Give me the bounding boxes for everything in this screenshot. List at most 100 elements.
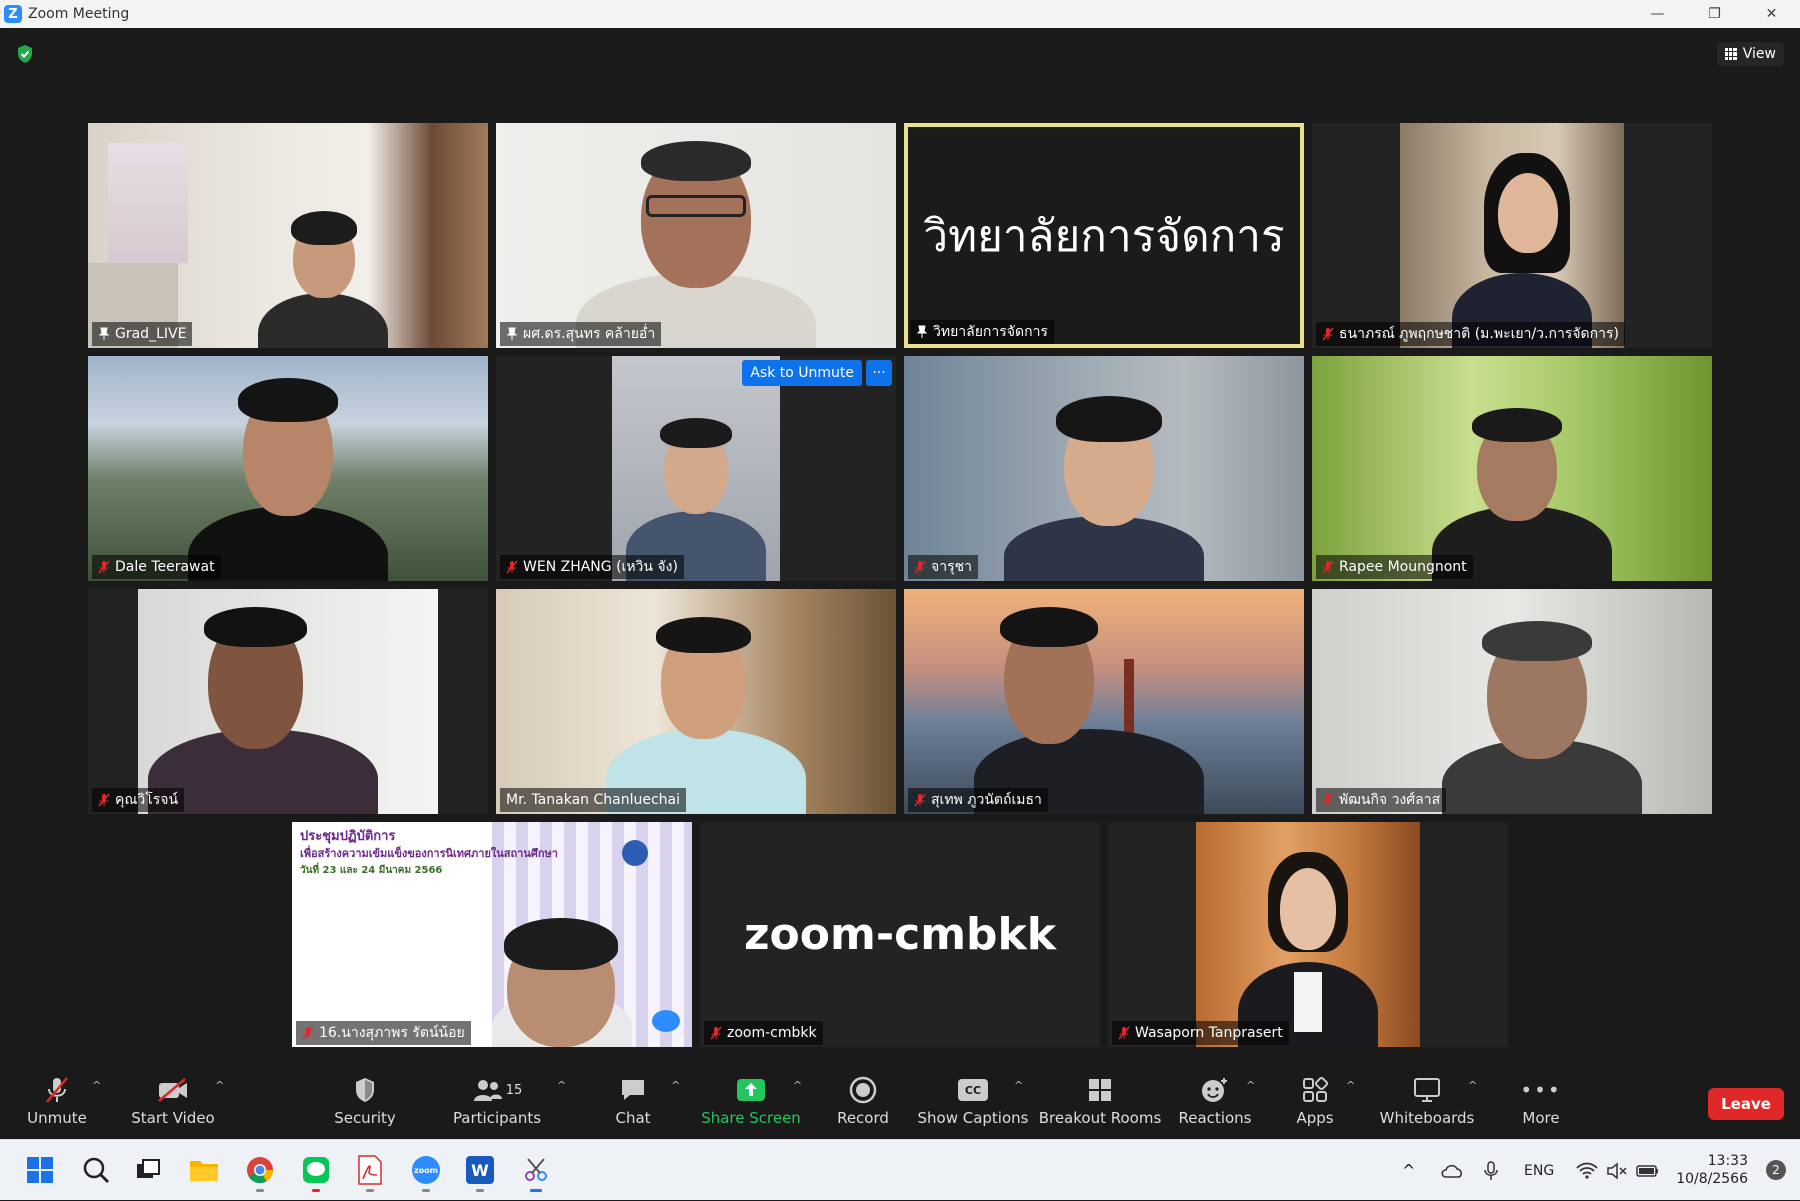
- pin-icon: [98, 327, 110, 340]
- task-view-icon[interactable]: [132, 1154, 164, 1186]
- participant-tile[interactable]: สุเทพ ภูวนัตถ์เมธา: [904, 589, 1304, 814]
- participant-tile[interactable]: Mr. Tanakan Chanluechai: [496, 589, 896, 814]
- show-hidden-icons-button[interactable]: ^: [1402, 1140, 1415, 1201]
- chat-options-caret-icon[interactable]: ^: [671, 1079, 680, 1092]
- security-button[interactable]: Security: [310, 1075, 420, 1135]
- file-explorer-icon[interactable]: [188, 1154, 220, 1186]
- chrome-icon[interactable]: [244, 1154, 276, 1192]
- emblem-icon: [622, 840, 648, 866]
- participants-button[interactable]: 15 Participants: [442, 1075, 552, 1135]
- whiteboard-icon: [1414, 1078, 1440, 1102]
- slide-title: ประชุมปฏิบัติการ: [300, 829, 396, 844]
- view-label: View: [1742, 46, 1776, 62]
- microphone-tray-icon[interactable]: [1484, 1140, 1498, 1201]
- ask-to-unmute-button[interactable]: Ask to Unmute: [742, 360, 862, 386]
- breakout-rooms-button[interactable]: Breakout Rooms: [1036, 1075, 1164, 1135]
- participant-tile[interactable]: คุณวิโรจน์: [88, 589, 488, 814]
- reactions-options-caret-icon[interactable]: ^: [1246, 1079, 1255, 1092]
- video-camera-icon: [652, 1010, 680, 1032]
- zoom-logo-icon: Z: [4, 5, 22, 23]
- speaker-muted-icon[interactable]: [1606, 1140, 1628, 1201]
- participants-options-caret-icon[interactable]: ^: [557, 1079, 566, 1092]
- participant-tile[interactable]: zoom-cmbkk zoom-cmbkk: [700, 822, 1100, 1047]
- pin-icon: [506, 327, 518, 340]
- video-camera-off-icon: [158, 1078, 187, 1102]
- onedrive-cloud-icon[interactable]: [1440, 1140, 1464, 1201]
- clock-date: 10/8/2566: [1676, 1171, 1748, 1187]
- show-captions-button[interactable]: CC Show Captions: [917, 1075, 1029, 1135]
- close-button[interactable]: ✕: [1743, 0, 1800, 28]
- encryption-shield-icon[interactable]: [16, 44, 34, 64]
- participant-tile[interactable]: Grad_LIVE: [88, 123, 488, 348]
- search-icon[interactable]: [80, 1154, 112, 1186]
- participants-count-badge: 15: [505, 1082, 523, 1098]
- participant-tile[interactable]: จารุชา: [904, 356, 1304, 581]
- apps-options-caret-icon[interactable]: ^: [1346, 1079, 1355, 1092]
- security-shield-icon: [356, 1078, 374, 1102]
- participant-name-label: ธนาภรณ์ ภูพฤกษชาติ (ม.พะเยา/ว.การจัดการ): [1316, 322, 1625, 346]
- snipping-tool-icon[interactable]: [520, 1154, 552, 1192]
- record-icon: [849, 1076, 877, 1104]
- mic-off-icon: [914, 793, 926, 807]
- microphone-muted-icon: [46, 1077, 68, 1103]
- breakout-rooms-icon: [1089, 1079, 1111, 1101]
- minimize-button[interactable]: —: [1629, 0, 1686, 28]
- zoom-app-text: zoom: [412, 1156, 440, 1184]
- video-options-caret-icon[interactable]: ^: [215, 1079, 224, 1092]
- notification-count-badge[interactable]: 2: [1766, 1160, 1786, 1180]
- mic-off-icon: [1322, 560, 1334, 574]
- windows-start-icon[interactable]: [24, 1154, 56, 1186]
- mic-off-icon: [98, 793, 110, 807]
- apps-icon: [1303, 1077, 1328, 1102]
- participant-tile[interactable]: Ask to Unmute ··· WEN ZHANG (เหวิน จัง): [496, 356, 896, 581]
- share-options-caret-icon[interactable]: ^: [793, 1079, 802, 1092]
- participant-tile-active-speaker[interactable]: วิทยาลัยการจัดการ วิทยาลัยการจัดการ: [904, 123, 1304, 348]
- mic-off-icon: [506, 560, 518, 574]
- word-app-icon[interactable]: W: [464, 1154, 496, 1192]
- start-video-button[interactable]: Start Video: [118, 1075, 228, 1135]
- participant-name-label: พัฒนกิจ วงศ์ลาส: [1316, 788, 1447, 812]
- taskbar-clock[interactable]: 13:33 10/8/2566: [1676, 1152, 1748, 1188]
- battery-icon[interactable]: [1636, 1140, 1660, 1201]
- participants-icon: [473, 1080, 502, 1101]
- captions-options-caret-icon[interactable]: ^: [1014, 1079, 1023, 1092]
- clock-time: 13:33: [1707, 1153, 1748, 1169]
- participant-name-label: ผศ.ดร.สุนทร คล้ายอ่ำ: [500, 322, 662, 346]
- wifi-icon[interactable]: [1576, 1140, 1598, 1201]
- restore-button[interactable]: ❐: [1686, 0, 1743, 28]
- participant-display-name-text: zoom-cmbkk: [743, 909, 1057, 960]
- language-indicator[interactable]: ENG: [1524, 1140, 1554, 1201]
- meeting-area: View Grad_LIVE ผศ.ดร.สุนทร คล้ายอ่ำ วิทย…: [0, 28, 1800, 1139]
- record-button[interactable]: Record: [808, 1075, 918, 1135]
- participant-name-label: zoom-cmbkk: [704, 1021, 823, 1045]
- window-controls: — ❐ ✕: [1629, 0, 1800, 28]
- participant-tile[interactable]: Wasaporn Tanprasert: [1108, 822, 1508, 1047]
- chat-bubble-icon: [622, 1080, 644, 1100]
- participant-name-label: วิทยาลัยการจัดการ: [910, 320, 1054, 344]
- line-app-icon[interactable]: [300, 1154, 332, 1192]
- grid-icon: [1724, 48, 1737, 60]
- participant-tile[interactable]: Dale Teerawat: [88, 356, 488, 581]
- participant-tile[interactable]: ผศ.ดร.สุนทร คล้ายอ่ำ: [496, 123, 896, 348]
- participant-tile[interactable]: พัฒนกิจ วงศ์ลาส: [1312, 589, 1712, 814]
- share-screen-button[interactable]: Share Screen: [696, 1075, 806, 1135]
- participant-name-label: WEN ZHANG (เหวิน จัง): [500, 555, 684, 579]
- captions-cc-icon: CC: [958, 1079, 988, 1101]
- more-button[interactable]: ••• More: [1486, 1075, 1596, 1135]
- whiteboards-button[interactable]: Whiteboards: [1372, 1075, 1482, 1135]
- audio-options-caret-icon[interactable]: ^: [92, 1079, 101, 1092]
- participant-name-label: Grad_LIVE: [92, 322, 193, 346]
- tile-more-options-button[interactable]: ···: [866, 360, 892, 386]
- mic-off-icon: [710, 1026, 722, 1040]
- acrobat-pdf-icon[interactable]: [354, 1154, 386, 1192]
- view-button[interactable]: View: [1716, 42, 1784, 66]
- participant-tile[interactable]: Rapee Moungnont: [1312, 356, 1712, 581]
- reactions-smiley-icon: [1202, 1078, 1227, 1102]
- window-titlebar: Z Zoom Meeting — ❐ ✕: [0, 0, 1800, 28]
- participant-name-label: Rapee Moungnont: [1316, 555, 1473, 579]
- participant-tile[interactable]: ธนาภรณ์ ภูพฤกษชาติ (ม.พะเยา/ว.การจัดการ): [1312, 123, 1712, 348]
- participant-tile[interactable]: ประชุมปฏิบัติการ เพื่อสร้างความเข้มแข็งข…: [292, 822, 692, 1047]
- zoom-app-icon[interactable]: zoom: [410, 1154, 442, 1192]
- whiteboards-options-caret-icon[interactable]: ^: [1468, 1079, 1477, 1092]
- leave-button[interactable]: Leave: [1708, 1088, 1784, 1120]
